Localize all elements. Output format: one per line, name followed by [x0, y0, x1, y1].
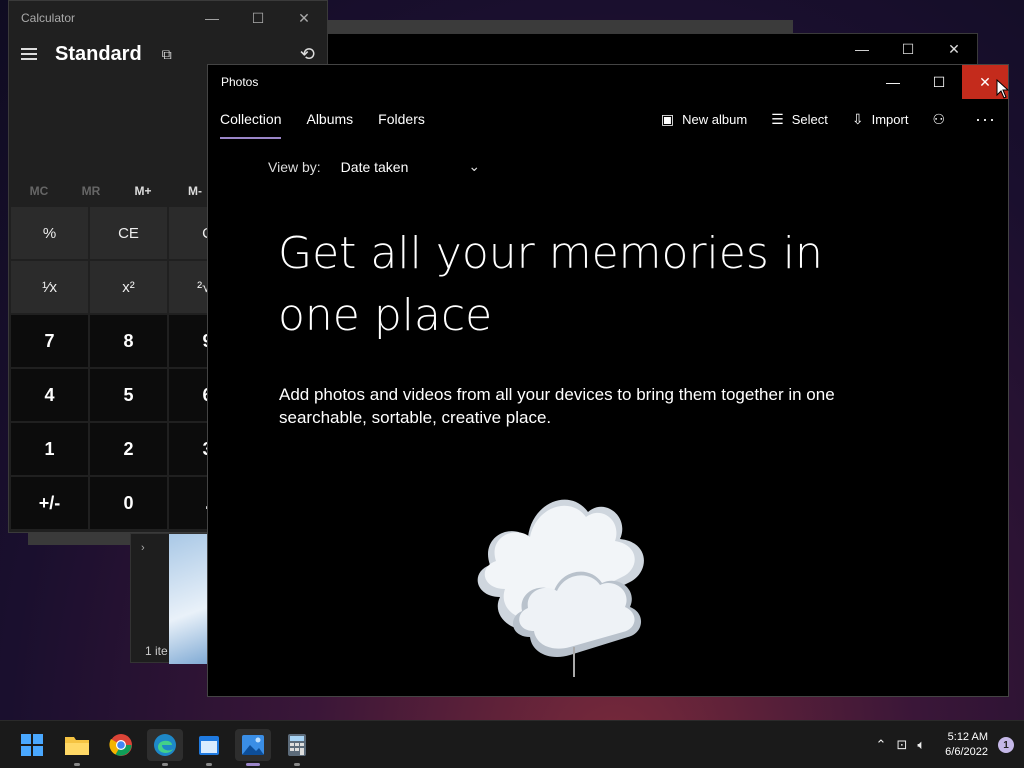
- new-album-icon: ▣: [660, 111, 675, 127]
- hero-title: Get all your memories in one place: [278, 228, 823, 341]
- folder-icon: [65, 737, 89, 755]
- edge-icon: [154, 734, 176, 756]
- person-add-icon: ⚇: [932, 111, 946, 127]
- running-indicator: [74, 763, 80, 766]
- calculator-titlebar: Calculator — ☐ ✕: [9, 1, 327, 35]
- calculator-mode: Standard: [55, 42, 142, 65]
- import-label: Import: [871, 112, 909, 127]
- running-indicator: [206, 763, 212, 766]
- select-list-icon: ☰: [771, 111, 784, 127]
- digit-1-key[interactable]: 1: [11, 423, 88, 475]
- start-button[interactable]: [14, 729, 50, 761]
- calculator-title: Calculator: [21, 11, 76, 25]
- history-icon[interactable]: ⟲: [300, 44, 315, 65]
- negate-key[interactable]: +/-: [11, 477, 88, 529]
- taskbar: ⌃ ⊡ 🔈︎ 5:12 AM 6/6/2022 1: [0, 720, 1024, 768]
- chevron-down-icon[interactable]: ⌄: [468, 158, 480, 175]
- minimize-icon[interactable]: —: [189, 1, 235, 35]
- running-indicator: [162, 763, 168, 766]
- keep-on-top-icon[interactable]: ⧉: [162, 46, 172, 63]
- chevron-up-icon[interactable]: ⌃: [876, 737, 887, 753]
- view-by-row: View by: Date taken ⌄: [268, 158, 480, 175]
- digit-0-key[interactable]: 0: [90, 477, 167, 529]
- windows-logo-icon: [21, 734, 43, 756]
- explorer-strip: [28, 533, 132, 545]
- running-indicator: [294, 763, 300, 766]
- photos-titlebar: Photos — ☐ ✕: [208, 65, 1008, 99]
- tab-collection[interactable]: Collection: [220, 111, 282, 139]
- clock[interactable]: 5:12 AM 6/6/2022: [945, 730, 988, 760]
- new-album-label: New album: [682, 112, 748, 127]
- active-indicator: [246, 763, 260, 766]
- chevron-right-icon[interactable]: ›: [141, 542, 145, 554]
- photos-icon: [242, 735, 264, 755]
- digit-2-key[interactable]: 2: [90, 423, 167, 475]
- import-icon: ⇩: [851, 111, 864, 127]
- hamburger-menu-icon[interactable]: [21, 48, 37, 60]
- close-icon[interactable]: ✕: [281, 1, 327, 35]
- more-dots-icon: ···: [975, 109, 996, 129]
- digit-5-key[interactable]: 5: [90, 369, 167, 421]
- new-album-button[interactable]: ▣ New album: [661, 111, 747, 128]
- import-button[interactable]: ⇩ Import: [852, 111, 909, 128]
- tab-albums[interactable]: Albums: [306, 111, 353, 135]
- view-by-dropdown[interactable]: Date taken: [341, 159, 409, 175]
- reciprocal-key[interactable]: ¹⁄x: [11, 261, 88, 313]
- maximize-icon[interactable]: ☐: [885, 34, 931, 64]
- network-icon[interactable]: ⊡: [896, 737, 907, 753]
- taskbar-photos[interactable]: [235, 729, 271, 766]
- photos-window[interactable]: Photos — ☐ ✕ Collection Albums Folders ▣…: [207, 64, 1009, 697]
- chrome-icon: [109, 734, 132, 756]
- square-key[interactable]: x²: [90, 261, 167, 313]
- taskbar-chrome[interactable]: [103, 729, 139, 761]
- digit-7-key[interactable]: 7: [11, 315, 88, 367]
- maximize-icon[interactable]: ☐: [235, 1, 281, 35]
- taskbar-calculator[interactable]: [279, 729, 315, 766]
- close-icon[interactable]: ✕: [931, 34, 977, 64]
- more-options-button[interactable]: ···: [975, 109, 996, 130]
- memory-clear-button[interactable]: MC: [13, 177, 65, 207]
- memory-recall-button[interactable]: MR: [65, 177, 117, 207]
- hero-description: Add photos and videos from all your devi…: [279, 385, 835, 427]
- digit-4-key[interactable]: 4: [11, 369, 88, 421]
- calendar-icon: [199, 736, 219, 755]
- memory-add-button[interactable]: M+: [117, 177, 169, 207]
- cloud-illustration: [477, 499, 644, 677]
- clock-time: 5:12 AM: [947, 731, 988, 743]
- background-window-titlebar: [320, 20, 793, 34]
- clock-date: 6/6/2022: [945, 746, 988, 758]
- percent-key[interactable]: %: [11, 207, 88, 259]
- item-count: 1 ite: [145, 644, 168, 658]
- system-tray: ⌃ ⊡ 🔈︎ 5:12 AM 6/6/2022 1: [876, 721, 1014, 768]
- digit-8-key[interactable]: 8: [90, 315, 167, 367]
- file-explorer-window[interactable]: › 1 ite: [130, 533, 211, 664]
- select-button[interactable]: ☰ Select: [771, 111, 828, 128]
- account-button[interactable]: ⚇: [932, 111, 953, 128]
- maximize-icon[interactable]: ☐: [916, 65, 962, 99]
- minimize-icon[interactable]: —: [870, 65, 916, 99]
- calculator-icon: [288, 734, 306, 756]
- volume-icon[interactable]: 🔈︎: [917, 737, 925, 753]
- taskbar-calendar[interactable]: [191, 729, 227, 766]
- taskbar-file-explorer[interactable]: [59, 729, 95, 766]
- minimize-icon[interactable]: —: [839, 34, 885, 64]
- mouse-cursor-icon: [996, 79, 1010, 99]
- notification-badge[interactable]: 1: [998, 737, 1014, 753]
- clear-entry-key[interactable]: CE: [90, 207, 167, 259]
- tab-folders[interactable]: Folders: [378, 111, 425, 135]
- thumbnail-image: [169, 534, 211, 664]
- photos-title: Photos: [221, 75, 259, 89]
- view-by-label: View by:: [268, 158, 321, 175]
- select-label: Select: [791, 112, 828, 127]
- photos-toolbar: ▣ New album ☰ Select ⇩ Import ⚇ ···: [637, 109, 996, 130]
- taskbar-edge[interactable]: [147, 729, 183, 766]
